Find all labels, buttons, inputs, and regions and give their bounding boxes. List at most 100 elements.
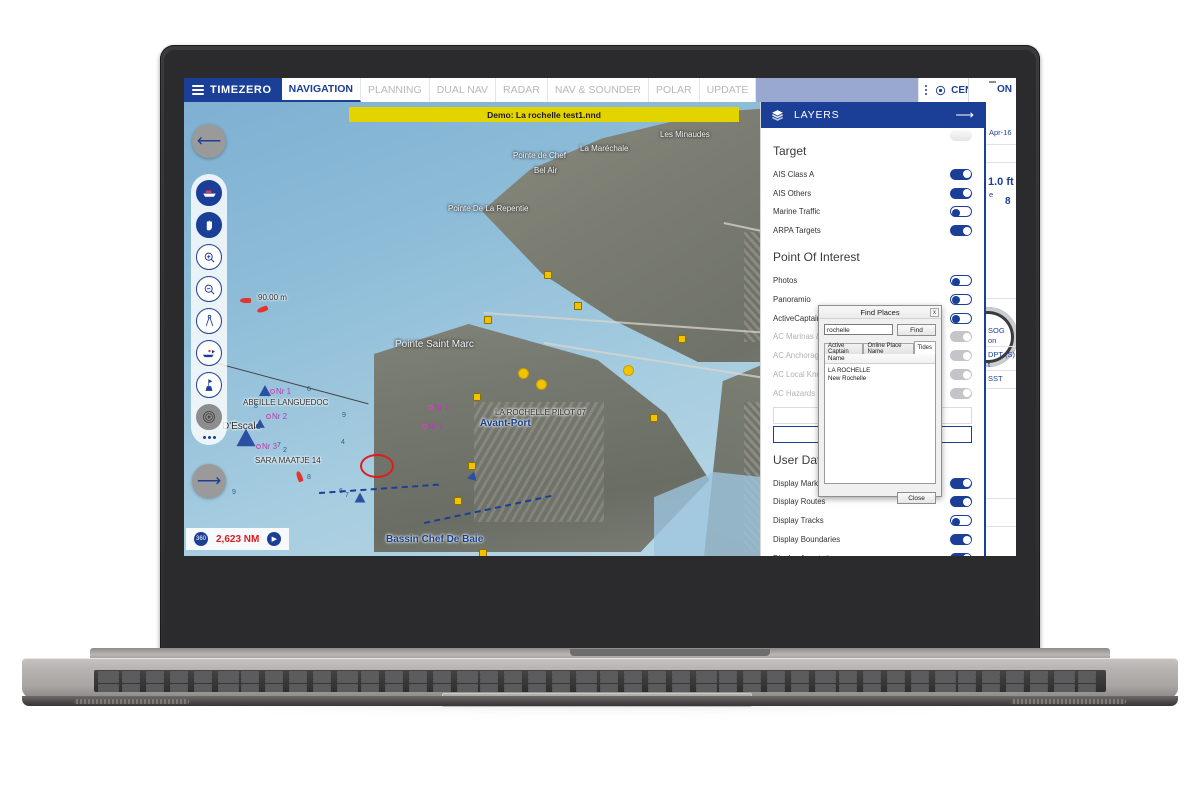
collapse-panel-arrow-icon[interactable]: ⟶	[955, 107, 974, 123]
tab-polar[interactable]: POLAR	[649, 78, 700, 102]
layer-row-photos[interactable]: Photos	[773, 271, 972, 290]
poi-icon[interactable]	[518, 368, 529, 379]
tab-nav-sounder[interactable]: NAV & SOUNDER	[548, 78, 649, 102]
zoom-out-tool[interactable]	[196, 276, 222, 302]
layer-label: Display Routes	[773, 497, 826, 507]
overflow-menu-icon[interactable]	[924, 83, 928, 97]
vessel-icon	[202, 190, 216, 197]
close-icon[interactable]: x	[930, 308, 939, 317]
poi-icon[interactable]	[454, 497, 462, 505]
pan-tool[interactable]	[196, 212, 222, 238]
tab-tides[interactable]: Tides	[913, 341, 936, 354]
depth-sounding: 9	[232, 489, 236, 496]
own-ship-highlight	[360, 454, 394, 478]
depth-sounding: 8	[307, 474, 311, 481]
layer-label: AIS Others	[773, 188, 812, 198]
tab-planning[interactable]: PLANNING	[361, 78, 430, 102]
poi-icon[interactable]	[536, 379, 547, 390]
keyboard-key	[193, 687, 212, 692]
toggle-display-tracks[interactable]	[950, 515, 972, 527]
tab-radar[interactable]: RADAR	[496, 78, 548, 102]
demo-banner: Demo: La rochelle test1.nnd	[349, 107, 739, 122]
layer-row-ais-others[interactable]: AIS Others	[773, 184, 972, 203]
keyboard-key	[456, 687, 478, 692]
layer-label: AC Anchorage	[773, 351, 824, 361]
layer-row-ais-class-a[interactable]: AIS Class A	[773, 165, 972, 184]
toggle-display-routes[interactable]	[950, 496, 972, 508]
list-item[interactable]: New Rochelle	[825, 375, 935, 383]
keyboard-key	[169, 687, 188, 692]
layer-label: ActiveCaptain	[773, 313, 822, 323]
keyboard-key	[838, 687, 857, 692]
tab-dual-nav[interactable]: DUAL NAV	[430, 78, 497, 102]
close-button[interactable]: Close	[897, 492, 936, 504]
list-item[interactable]: LA ROCHELLE	[825, 367, 935, 375]
keyboard-key	[1006, 687, 1025, 692]
results-list[interactable]: Name LA ROCHELLE New Rochelle	[824, 353, 936, 484]
man-overboard-tool[interactable]	[196, 340, 222, 366]
layer-row-marine-traffic[interactable]: Marine Traffic	[773, 203, 972, 222]
tab-update[interactable]: UPDATE	[700, 78, 757, 102]
map-label: LA ROCHELLE PILOT 07	[495, 408, 587, 417]
tide-height: 1.0 ft	[988, 176, 1014, 188]
topbar-spacer	[756, 78, 918, 102]
toolbar-more-icon[interactable]	[202, 436, 216, 439]
layer-label: Display Annotations	[773, 554, 841, 556]
poi-icon[interactable]	[678, 335, 686, 343]
main-nav: NAVIGATION PLANNING DUAL NAV RADAR NAV &…	[281, 78, 757, 102]
dialog-title: Find Places	[860, 307, 900, 317]
results-column-header: Name	[825, 354, 935, 364]
play-icon[interactable]: ▶	[267, 532, 282, 546]
find-submit-button[interactable]: Find	[897, 324, 936, 336]
zoom-in-tool[interactable]	[196, 244, 222, 270]
toggle-ais-class-a[interactable]	[950, 168, 972, 180]
own-ship-tool[interactable]	[196, 180, 222, 206]
radar-tool[interactable]	[196, 404, 222, 430]
poi-icon[interactable]	[623, 365, 634, 376]
depth-sounding: 8	[254, 403, 258, 410]
poi-icon[interactable]	[473, 393, 481, 401]
layer-row-arpa-targets[interactable]: ARPA Targets	[773, 221, 972, 240]
layer-label: Display Tracks	[773, 516, 824, 526]
map-label: Bel Air	[534, 166, 558, 175]
poi-icon[interactable]	[544, 271, 552, 279]
toggle-activecaptain[interactable]	[950, 312, 972, 324]
toggle-panoramio[interactable]	[950, 293, 972, 305]
tab-online-place-name[interactable]: Online Place Name	[863, 343, 914, 355]
tab-active-captain[interactable]: Active Captain	[824, 343, 864, 355]
toggle-display-boundaries[interactable]	[950, 534, 972, 546]
toggle-photos[interactable]	[950, 275, 972, 287]
minimize-icon[interactable]	[989, 81, 996, 83]
poi-icon[interactable]	[574, 302, 582, 310]
search-input[interactable]: rochelle	[824, 324, 893, 335]
brand-logo[interactable]: TIMEZERO	[184, 78, 282, 102]
buoy-label: Nr 1	[428, 422, 444, 431]
keyboard-row	[94, 687, 1106, 692]
toggle-marine-traffic[interactable]	[950, 206, 972, 218]
measure-tool[interactable]	[196, 308, 222, 334]
toggle-ac-anchorage	[950, 350, 972, 362]
toggle-ac-hazards	[950, 387, 972, 399]
toggle-display-marks[interactable]	[950, 477, 972, 489]
map-label: 90.00 m	[258, 293, 287, 302]
forward-button[interactable]: ⟶	[192, 464, 226, 498]
layer-row-display-annotations[interactable]: Display Annotations	[773, 549, 972, 556]
poi-icon[interactable]	[484, 316, 492, 324]
keyboard-key	[408, 687, 427, 692]
back-button[interactable]: ⟵	[192, 124, 226, 158]
map-label: SARA MAATJE 14	[255, 456, 321, 465]
poi-icon[interactable]	[468, 462, 476, 470]
tab-navigation[interactable]: NAVIGATION	[281, 78, 361, 102]
buoy-label: Nr 3	[262, 442, 278, 451]
hamburger-menu-icon[interactable]	[192, 83, 204, 97]
keyboard	[94, 670, 1106, 692]
layer-row-display-tracks[interactable]: Display Tracks	[773, 511, 972, 530]
poi-icon[interactable]	[650, 414, 658, 422]
hand-icon	[206, 220, 212, 230]
poi-icon[interactable]	[479, 549, 487, 556]
drop-mark-tool[interactable]	[196, 372, 222, 398]
layer-row-display-boundaries[interactable]: Display Boundaries	[773, 530, 972, 549]
toggle-display-annotations[interactable]	[950, 552, 972, 556]
toggle-arpa-targets[interactable]	[950, 225, 972, 237]
toggle-ais-others[interactable]	[950, 187, 972, 199]
